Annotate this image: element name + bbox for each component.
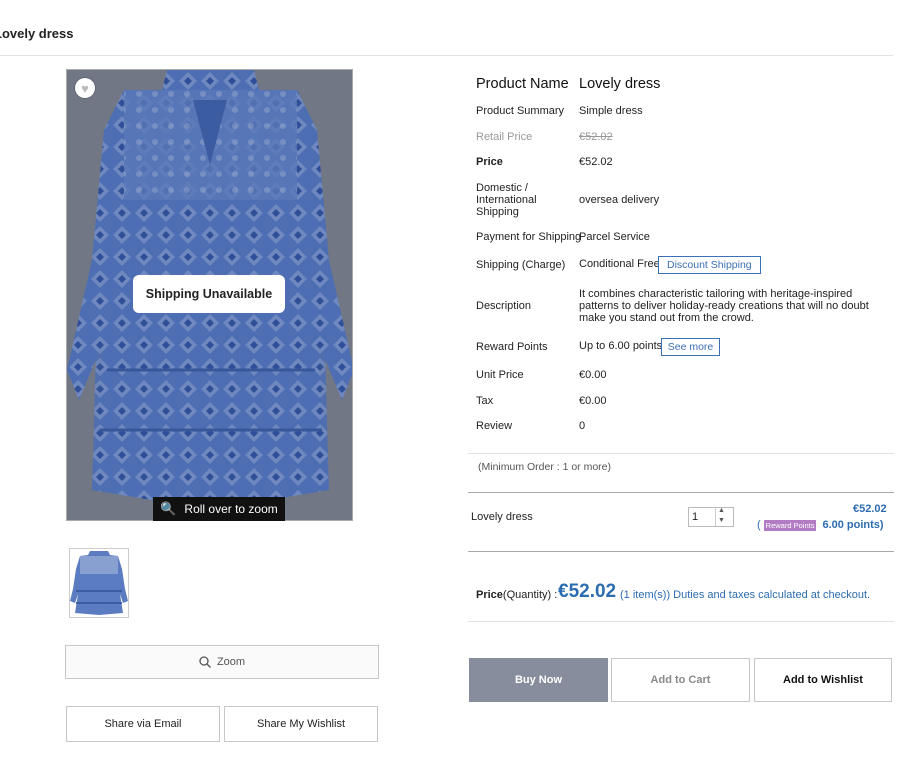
review-value: 0 (579, 420, 586, 432)
reward-points-value: Up to 6.00 points (579, 340, 663, 352)
add-to-cart-button[interactable]: Add to Cart (611, 658, 750, 702)
divider (468, 453, 894, 454)
payment-label: Payment for Shipping (476, 231, 582, 243)
chevron-down-icon[interactable]: ▼ (718, 517, 725, 524)
product-name-label: Product Name (476, 76, 569, 92)
share-wishlist-button[interactable]: Share My Wishlist (224, 706, 378, 742)
stepper-divider (715, 508, 716, 526)
heart-icon[interactable]: ♥ (75, 78, 95, 98)
description-label: Description (476, 300, 532, 312)
option-price: €52.02 (853, 503, 887, 515)
add-to-wishlist-button[interactable]: Add to Wishlist (754, 658, 892, 702)
roll-over-zoom-hint: 🔍 Roll over to zoom (153, 497, 285, 521)
product-thumbnail[interactable] (69, 548, 129, 618)
shipping-charge-label: Shipping (Charge) (476, 259, 566, 271)
reward-points-label: Reward Points (476, 341, 548, 353)
product-name-value: Lovely dress (579, 76, 661, 92)
unit-price-label: Unit Price (476, 369, 524, 381)
selected-option-name: Lovely dress (471, 511, 533, 523)
unit-price-value: €0.00 (579, 369, 607, 381)
zoom-button[interactable]: Zoom (65, 645, 379, 679)
retail-price-label: Retail Price (476, 131, 533, 143)
shipping-type-value: oversea delivery (579, 194, 660, 206)
shipping-type-label-line2: International (476, 194, 537, 206)
zoom-hint-label: Roll over to zoom (184, 502, 278, 516)
tax-value: €0.00 (579, 395, 607, 407)
shipping-type-label-line1: Domestic / (476, 182, 528, 194)
total-label-bold: Price (476, 589, 503, 601)
retail-price-value: €52.02 (579, 131, 613, 143)
total-label-rest: (Quantity) : (502, 589, 558, 601)
quantity-input[interactable]: 1 (692, 511, 698, 523)
description-line-2: patterns to deliver holiday-ready creati… (579, 300, 869, 312)
divider (468, 621, 894, 622)
chevron-up-icon[interactable]: ▲ (718, 507, 725, 514)
shipping-type-label-line3: Shipping (476, 206, 519, 218)
zoom-button-label: Zoom (216, 656, 246, 668)
search-icon (199, 656, 211, 668)
search-icon: 🔍 (160, 501, 177, 516)
minimum-order-note: (Minimum Order : 1 or more) (478, 461, 612, 473)
total-price: €52.02 (558, 581, 617, 602)
review-label: Review (476, 420, 513, 432)
divider (468, 492, 894, 493)
payment-value: Parcel Service (579, 231, 650, 243)
summary-label: Product Summary (476, 105, 565, 117)
description-line-3: make you stand out from the crowd. (579, 312, 754, 324)
price-value: €52.02 (579, 156, 613, 168)
tax-label: Tax (476, 395, 494, 407)
price-label: Price (476, 156, 503, 168)
divider (468, 551, 894, 552)
total-note: (1 item(s)) Duties and taxes calculated … (620, 589, 871, 601)
shipping-unavailable-badge: Shipping Unavailable (133, 275, 285, 313)
share-via-email-button[interactable]: Share via Email (66, 706, 220, 742)
reward-points-chip: Reward Points (763, 519, 817, 531)
buy-now-button[interactable]: Buy Now (469, 658, 608, 702)
shipping-charge-value: Conditional Free (579, 258, 660, 270)
title-divider (0, 55, 893, 56)
option-reward-points: ( Reward Points 6.00 points) (757, 519, 884, 531)
points-value: 6.00 points) (822, 519, 884, 531)
summary-value: Simple dress (579, 105, 643, 117)
discount-shipping-button[interactable]: Discount Shipping (658, 256, 761, 274)
see-more-button[interactable]: See more (661, 338, 720, 356)
points-open-paren: ( (757, 519, 761, 531)
page-title: Lovely dress (0, 26, 74, 41)
total-price-label: Price(Quantity) : (476, 589, 557, 601)
description-line-1: It combines characteristic tailoring wit… (579, 288, 853, 300)
